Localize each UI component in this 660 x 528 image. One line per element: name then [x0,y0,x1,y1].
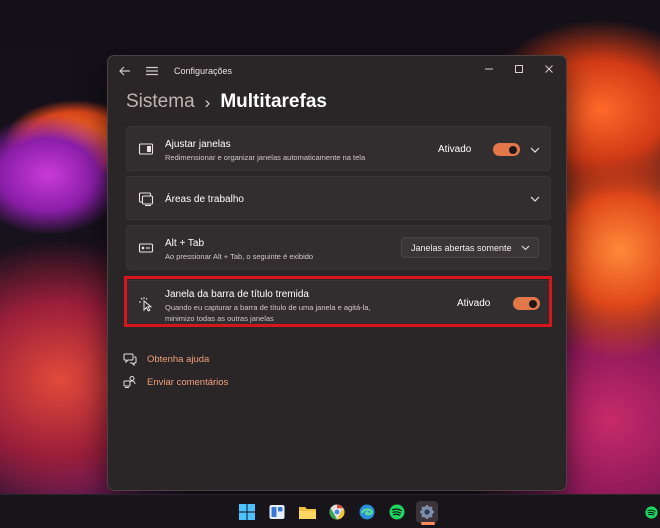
spotify-icon [389,504,405,520]
settings-window: Configurações Sistema › Multitarefas Aju… [107,55,567,491]
settings-taskbar-button[interactable] [416,501,438,523]
get-help-link[interactable]: Obtenha ajuda [123,352,209,366]
maximize-icon [515,65,523,73]
title-bar[interactable]: Configurações [108,56,566,86]
minimize-icon [485,68,493,70]
toggle-knob [509,145,517,154]
start-button[interactable] [236,501,258,523]
widgets-icon [269,505,285,519]
alt-tab-dropdown[interactable]: Janelas abertas somente [401,237,539,258]
virtual-desktops-icon [138,192,154,207]
feedback-icon [123,376,136,388]
dropdown-selected-value: Janelas abertas somente [411,242,512,253]
close-button[interactable] [534,58,564,80]
highlight-annotation-box [124,276,552,327]
maximize-button[interactable] [504,58,534,80]
breadcrumb-separator: › [204,92,211,112]
minimize-button[interactable] [474,58,504,80]
windows-start-icon [239,504,255,520]
edge-icon [359,504,375,520]
snap-windows-icon [138,143,154,155]
setting-card-snap-windows[interactable]: Ajustar janelas Redimensionar e organiza… [126,126,551,171]
chrome-button[interactable] [326,501,348,523]
alt-tab-icon [138,243,154,253]
send-feedback-link[interactable]: Enviar comentários [123,375,228,389]
toggle-state-label: Ativado [438,144,472,155]
edge-button[interactable] [356,501,378,523]
setting-description: Ao pressionar Alt + Tab, o seguinte é ex… [165,252,314,261]
spotify-button[interactable] [386,501,408,523]
setting-card-desktops[interactable]: Áreas de trabalho [126,176,551,220]
setting-description: Redimensionar e organizar janelas automa… [165,153,366,162]
widgets-button[interactable] [266,501,288,523]
file-explorer-icon [298,506,316,519]
back-button[interactable] [116,63,134,79]
chevron-down-icon[interactable] [529,194,541,204]
hamburger-icon [146,66,158,76]
snap-windows-toggle[interactable] [493,143,520,156]
file-explorer-button[interactable] [296,501,318,523]
spotify-tray-button[interactable] [640,501,660,523]
chevron-down-icon[interactable] [529,145,541,155]
chevron-down-icon [521,245,530,251]
app-title: Configurações [174,66,233,76]
get-help-label[interactable]: Obtenha ajuda [147,354,209,365]
back-arrow-icon [119,66,130,76]
spotify-tray-icon [644,505,658,519]
settings-icon [420,505,434,519]
navigation-menu-button[interactable] [143,63,161,79]
close-icon [545,65,553,73]
setting-title: Ajustar janelas [165,139,231,150]
active-app-indicator [421,522,435,525]
breadcrumb: Sistema › Multitarefas [126,89,327,115]
breadcrumb-parent[interactable]: Sistema [126,91,195,113]
setting-card-alt-tab: Alt + Tab Ao pressionar Alt + Tab, o seg… [126,225,551,270]
chrome-icon [329,504,345,520]
taskbar [0,494,660,528]
page-title: Multitarefas [220,91,327,112]
setting-title: Áreas de trabalho [165,194,244,205]
setting-title: Alt + Tab [165,238,205,249]
help-chat-icon [123,353,137,366]
send-feedback-label[interactable]: Enviar comentários [147,377,228,388]
